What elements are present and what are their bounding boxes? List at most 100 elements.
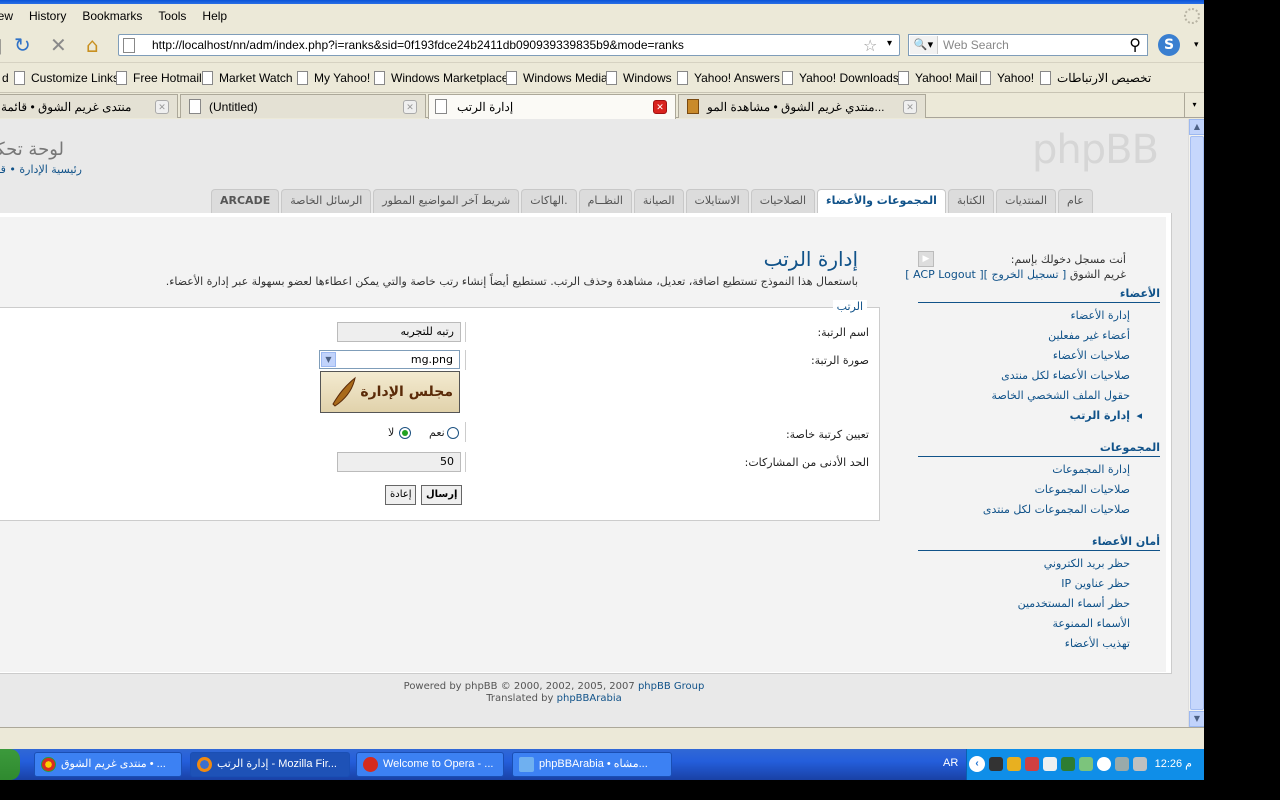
bookmark-item[interactable]: d [2,71,9,85]
tab-system[interactable]: النظــام [578,189,632,213]
tab-close-icon[interactable]: ✕ [403,100,417,114]
menu-link-custom-profile-fields[interactable]: حقول الملف الشخصي الخاصة [992,389,1130,402]
menu-link-manage-groups[interactable]: إدارة المجموعات [1052,463,1130,476]
phpbb-group-link[interactable]: phpBB Group [638,681,704,692]
tray-app-icon[interactable] [1061,757,1075,771]
url-dropdown-icon[interactable]: ▾ [887,38,892,49]
menu-link-disallowed-names[interactable]: الأسماء الممنوعة [1052,617,1130,630]
bookmark-item[interactable]: Customize Links [14,71,119,85]
reload-icon[interactable]: ↻ [14,33,31,57]
menu-link-manage-ranks[interactable]: إدارة الرتب [1070,409,1143,422]
menu-history[interactable]: History [21,9,74,23]
bookmark-item[interactable]: Windows Marketplace [374,71,508,85]
url-text[interactable]: http://localhost/nn/adm/index.php?i=rank… [152,38,684,52]
menu-link-ban-usernames[interactable]: حظر أسماء المستخدمين [1018,597,1130,610]
language-indicator[interactable]: AR [943,757,958,769]
menu-link-group-permissions[interactable]: صلاحيات المجموعات [1035,483,1130,496]
bookmark-item[interactable]: Market Watch [202,71,293,85]
special-yes-radio[interactable] [447,427,459,439]
bookmark-item[interactable]: Yahoo! Mail [898,71,977,85]
menu-link-manage-users[interactable]: إدارة الأعضاء [1070,309,1130,322]
tab-latest-topics-bar[interactable]: شريط آخر المواضيع المطور [373,189,520,213]
tray-app-icon[interactable] [1025,757,1039,771]
bookmark-item[interactable]: My Yahoo! [297,71,370,85]
network-icon[interactable] [989,757,1003,771]
taskbar-item-active[interactable]: إدارة الرتب - Mozilla Fir... [190,752,350,777]
bookmark-item[interactable]: Yahoo! [980,71,1034,85]
menu-toggle-icon[interactable]: ▶ [918,251,934,267]
volume-icon[interactable] [1043,757,1057,771]
menu-link-user-permissions[interactable]: صلاحيات الأعضاء [1053,349,1130,362]
scrollbar-thumb[interactable] [1190,136,1204,710]
search-go-icon[interactable]: ⚲ [1129,35,1141,54]
search-box[interactable]: 🔍▾ Web Search ⚲ [908,34,1148,56]
menu-link-ban-emails[interactable]: حظر بريد الكتروني [1044,557,1130,570]
stop-icon[interactable]: ✕ [50,33,67,57]
url-bar[interactable]: http://localhost/nn/adm/index.php?i=rank… [118,34,900,56]
logout-link[interactable]: [ تسجيل الخروج ][ ACP Logout ] [905,268,1066,281]
bookmark-item[interactable]: تخصيص الارتباطات [1040,71,1151,85]
tab-permissions[interactable]: الصلاحيات [750,189,816,213]
start-button[interactable] [0,749,20,780]
submit-button[interactable]: إرسال [421,485,463,505]
search-input[interactable]: Web Search [943,38,1009,52]
tab-arcade[interactable]: ARCADE [211,189,280,213]
search-engine-icon[interactable]: 🔍▾ [910,36,938,54]
menu-link-prune-users[interactable]: تهذيب الأعضاء [1065,637,1130,650]
taskbar-item[interactable]: منتدى غريم الشوق • ... [34,752,182,777]
tab-list-dropdown-icon[interactable]: ▾ [1184,93,1204,117]
clock[interactable]: م 12:26 [1155,757,1192,770]
chevron-down-icon[interactable]: ▼ [321,352,336,367]
browser-tab-active[interactable]: إدارة الرتب ✕ [428,94,676,119]
scroll-down-icon[interactable]: ▼ [1189,711,1204,727]
menu-tools[interactable]: Tools [150,9,194,23]
chevron-down-icon[interactable]: ▾ [1194,40,1199,50]
home-icon[interactable]: ⌂ [86,33,99,57]
bookmark-item[interactable]: Yahoo! Downloads [782,71,899,85]
tab-close-icon[interactable]: ✕ [903,100,917,114]
bookmark-item[interactable]: Windows Media [506,71,608,85]
tray-expand-icon[interactable]: ‹ [969,756,985,772]
tab-general[interactable]: عام [1058,189,1093,213]
vertical-scrollbar[interactable]: ▲ ▼ [1188,119,1204,727]
browser-tab[interactable]: منتدي غريم الشوق • مشاهدة المو... ✕ [678,94,926,118]
messenger-icon[interactable] [1079,757,1093,771]
bookmark-item[interactable]: Yahoo! Answers [677,71,780,85]
taskbar-item[interactable]: Welcome to Opera - ... [356,752,504,777]
star-icon[interactable]: ☆ [863,36,877,55]
scroll-up-icon[interactable]: ▲ [1189,119,1204,135]
tab-mods[interactable]: الهاكات. [521,189,577,213]
special-no-radio[interactable] [399,427,411,439]
tab-styles[interactable]: الاستايلات [685,189,749,213]
taskbar-item[interactable]: phpBBArabia • مشاه... [512,752,672,777]
menu-link-ban-ips[interactable]: حظر عناوين IP [1061,577,1130,590]
tab-private-messages[interactable]: الرسائل الخاصة [281,189,372,213]
menu-help[interactable]: Help [194,9,235,23]
menu-link-group-forum-permissions[interactable]: صلاحيات المجموعات لكل منتدى [983,503,1130,516]
bookmark-item[interactable]: Windows [606,71,672,85]
menu-link-user-forum-permissions[interactable]: صلاحيات الأعضاء لكل منتدى [1001,369,1130,382]
rank-title-input[interactable]: رتبه للتجربه [337,322,461,342]
tab-close-icon[interactable]: ✕ [155,100,169,114]
phpbbarabia-link[interactable]: phpBBArabia [557,693,622,704]
min-posts-input[interactable]: 50 [337,452,461,472]
tray-app-icon[interactable] [1007,757,1021,771]
browser-tab[interactable]: منتدى غريم الشوق • قائمة ✕ [0,94,178,118]
tab-posting[interactable]: الكتابة [947,189,995,213]
tray-app-icon[interactable] [1115,757,1129,771]
menu-view[interactable]: iew [0,9,21,23]
breadcrumb[interactable]: رئيسية الإدارة • قا [0,163,82,176]
reset-button[interactable]: إعادة [385,485,417,505]
forward-icon[interactable]: ◖ [0,33,3,57]
tab-forums[interactable]: المنتديات [996,189,1057,213]
skype-icon[interactable]: S [1158,34,1180,56]
menu-bookmarks[interactable]: Bookmarks [74,9,150,23]
tray-app-icon[interactable] [1133,757,1147,771]
tab-close-icon[interactable]: ✕ [653,100,667,114]
tab-maintenance[interactable]: الصيانة [633,189,684,213]
browser-tab[interactable]: (Untitled) ✕ [180,94,426,118]
rank-image-select[interactable]: ▼ mg.png [319,350,460,369]
bookmark-item[interactable]: Free Hotmail [116,71,202,85]
tray-app-icon[interactable] [1097,757,1111,771]
menu-link-inactive-users[interactable]: أعضاء غير مفعلين [1048,329,1130,342]
